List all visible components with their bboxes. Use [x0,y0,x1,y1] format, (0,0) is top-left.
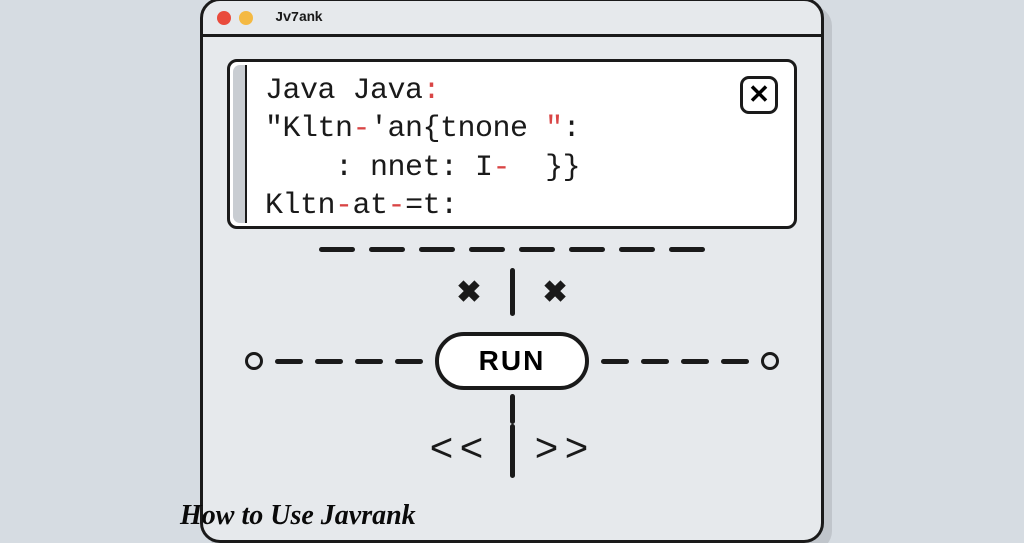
x-icon: ✖ [456,275,481,310]
left-brackets-icon: << [429,429,489,474]
right-brackets-icon: >> [535,429,595,474]
code-line-3a: : nnet: I [265,151,493,185]
node-circle-icon [245,352,263,370]
code-text: Java Java: "Kltn-'an{tnone ": : nnet: I-… [247,62,794,226]
code-line-4d: - [388,189,406,223]
code-panel: Java Java: "Kltn-'an{tnone ": : nnet: I-… [227,59,797,229]
page-caption: How to Use Javrank [180,500,416,532]
connector-dashes-left [275,359,423,364]
x-icon: ✖ [543,275,568,310]
code-line-2b: - [353,112,371,146]
run-row: RUN [203,332,821,390]
vertical-connector [203,394,821,424]
code-line-4c: at [353,189,388,223]
title-bar: Jv7ank [203,1,821,37]
vertical-divider [510,268,515,316]
code-line-4a: Kltn [265,189,335,223]
connector-dashes-right [601,359,749,364]
app-window: Jv7ank Java Java: "Kltn-'an{tnone ": : n… [200,0,824,543]
code-line-2a: "Kltn [265,112,353,146]
brackets-row: << >> [203,424,821,478]
run-button-label: RUN [479,345,546,377]
minimize-traffic-dot[interactable] [239,11,253,25]
close-icon: ✕ [748,80,770,110]
run-button[interactable]: RUN [435,332,589,390]
node-circle-icon [761,352,779,370]
code-line-4b: - [335,189,353,223]
code-line-4e: =t: [405,189,458,223]
code-line-2e: : [563,112,581,146]
close-traffic-dot[interactable] [217,11,231,25]
window-title: Jv7ank [275,10,322,26]
code-line-2d: " [545,112,563,146]
code-line-3c: }} [510,151,580,185]
code-line-1a: Java Java [265,74,423,108]
divider-dashes [203,247,821,252]
close-button[interactable]: ✕ [740,76,778,114]
code-line-1b: : [423,74,441,108]
x-marks-row: ✖ ✖ [203,268,821,316]
code-line-3b: - [493,151,511,185]
vertical-divider [510,424,515,478]
code-line-2c: 'an{tnone [370,112,545,146]
code-gutter [233,65,247,223]
